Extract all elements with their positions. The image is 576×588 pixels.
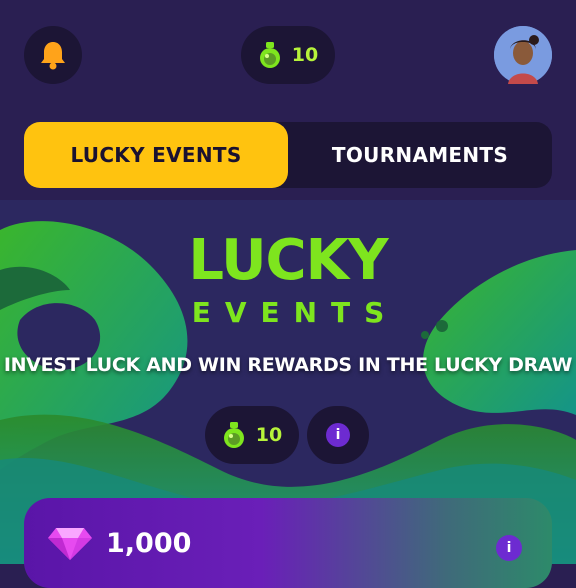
tab-tournaments-label: TOURNAMENTS xyxy=(331,143,509,167)
info-button[interactable]: i xyxy=(307,406,369,464)
event-tabs: LUCKY EVENTS TOURNAMENTS xyxy=(24,122,552,188)
luck-balance[interactable]: 10 xyxy=(205,406,299,464)
avatar-icon xyxy=(494,26,552,84)
reward-card[interactable] xyxy=(24,498,552,588)
bell-icon xyxy=(41,42,65,70)
hero-title-line2: EVENTS xyxy=(191,296,399,329)
hero-title-line1: LUCKY xyxy=(188,228,388,293)
reward-info-icon[interactable]: i xyxy=(496,535,522,561)
gem-icon xyxy=(48,528,92,560)
notifications-button[interactable] xyxy=(24,26,82,84)
potion-icon xyxy=(223,422,244,448)
luck-count: 10 xyxy=(255,424,283,446)
info-icon: i xyxy=(326,423,350,447)
potion-count: 10 xyxy=(291,44,319,66)
tab-tournaments[interactable]: TOURNAMENTS xyxy=(288,122,552,188)
potion-icon xyxy=(259,42,280,68)
tab-lucky-events-label: LUCKY EVENTS xyxy=(70,143,242,167)
reward-amount: 1,000 xyxy=(106,528,192,559)
tab-lucky-events[interactable]: LUCKY EVENTS xyxy=(24,122,288,188)
hero-tagline: INVEST LUCK AND WIN REWARDS IN THE LUCKY… xyxy=(3,354,573,376)
user-avatar[interactable] xyxy=(494,26,552,84)
potion-balance[interactable]: 10 xyxy=(241,26,335,84)
